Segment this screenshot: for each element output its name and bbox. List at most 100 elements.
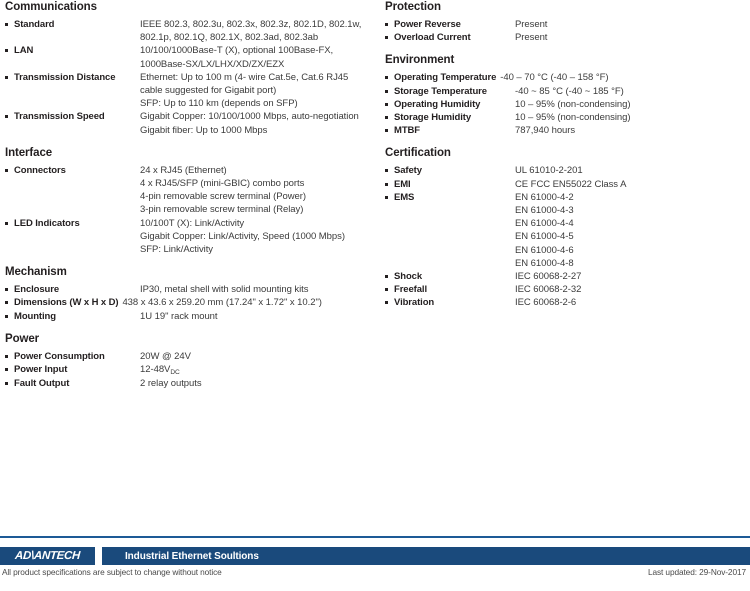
- spec-value: 20W @ 24V: [140, 350, 191, 362]
- bullet-square-icon: [5, 71, 14, 79]
- spec-label: Operating Humidity: [394, 98, 481, 110]
- spec-value: Present: [515, 32, 548, 44]
- spec-row: Connectors 24 x RJ45 (Ethernet) 4 x RJ45/…: [5, 164, 375, 217]
- right-spec-column: Protection Power Reverse Present Overload C…: [385, 0, 750, 312]
- bullet-square-icon: [385, 296, 394, 305]
- spec-label: EMS: [394, 191, 415, 203]
- spec-label: Fault Output: [14, 378, 70, 390]
- footer-brand-bar: AD\ANTECH Industrial Ethernet Soultions: [0, 547, 750, 565]
- spec-label: Power Consumption: [14, 350, 105, 362]
- bullet-square-icon: [5, 18, 14, 26]
- spec-row: Standard IEEE 802.3, 802.3u, 802.3x, 802.…: [5, 18, 375, 44]
- spec-label: Freefall: [394, 284, 427, 296]
- spec-row: Transmission Speed Gigabit Copper: 10/100…: [5, 110, 375, 136]
- spec-row: Vibration IEC 60068-2-6: [385, 296, 750, 309]
- spec-value: 438 x 43.6 x 259.20 mm (17.24" x 1.72" x…: [122, 297, 322, 309]
- section-title: Power: [5, 332, 40, 345]
- spec-label: LAN: [14, 45, 34, 57]
- bullet-square-icon: [385, 111, 394, 120]
- spec-value: 1U 19" rack mount: [140, 310, 218, 322]
- spec-label: Shock: [394, 271, 423, 283]
- spec-row: Freefall IEC 60068-2-32: [385, 283, 750, 296]
- section-title: Interface: [5, 146, 53, 159]
- spec-value: Ethernet: Up to 100 m (4- wire Cat.5e, C…: [140, 71, 349, 110]
- spec-value: -40 – 70 °C (-40 – 158 °F): [500, 72, 609, 84]
- spec-label: Mounting: [14, 310, 56, 322]
- spec-label: Enclosure: [14, 284, 60, 296]
- footer-disclaimer: All product specifications are subject t…: [2, 567, 222, 577]
- spec-label: MTBF: [394, 125, 420, 137]
- spec-value: 2 relay outputs: [140, 378, 202, 390]
- section-title: Environment: [385, 54, 455, 67]
- spec-section: Power Power Consumption 20W @ 24V Power Inp…: [5, 332, 375, 391]
- spec-value: IEC 60068-2-27: [515, 271, 582, 283]
- spec-row: Enclosure IP30, metal shell with solid mo…: [5, 283, 375, 296]
- section-title: Certification: [385, 147, 451, 160]
- advantech-logo: AD\ANTECH: [0, 547, 95, 565]
- bullet-square-icon: [5, 350, 14, 358]
- footer-bar-gap: [95, 547, 102, 565]
- spec-value: -40 ~ 85 °C (-40 ~ 185 °F): [515, 85, 624, 97]
- footer-divider-rule: [0, 536, 750, 538]
- spec-section: Interface Connectors 24 x RJ45 (Ethernet) …: [5, 146, 375, 256]
- bullet-square-icon: [385, 31, 394, 40]
- spec-value: IP30, metal shell with solid mounting ki…: [140, 284, 309, 296]
- bullet-square-icon: [385, 178, 394, 186]
- spec-value: 24 x RJ45 (Ethernet) 4 x RJ45/SFP (mini-…: [140, 164, 306, 216]
- spec-row: Storage Humidity 10 – 95% (non-condensing…: [385, 111, 750, 124]
- spec-section: Communications Standard IEEE 802.3, 802.3u…: [5, 0, 375, 137]
- spec-section: Mechanism Enclosure IP30, metal shell with…: [5, 265, 375, 323]
- bullet-square-icon: [5, 217, 14, 225]
- spec-label: Dimensions (W x H x D): [14, 297, 119, 309]
- spec-row: Fault Output 2 relay outputs: [5, 377, 375, 390]
- spec-row: Power Reverse Present: [385, 18, 750, 31]
- spec-value: 12-48VDC: [140, 363, 375, 377]
- bullet-square-icon: [5, 363, 14, 372]
- spec-section: Protection Power Reverse Present Overload C…: [385, 0, 750, 44]
- bullet-square-icon: [385, 98, 394, 106]
- bullet-square-icon: [5, 164, 14, 172]
- spec-value: Present: [515, 19, 548, 30]
- spec-label: EMI: [394, 178, 411, 190]
- advantech-logo-text: AD\ANTECH: [14, 550, 81, 562]
- spec-value: IEC 60068-2-6: [515, 297, 577, 309]
- spec-label: LED Indicators: [14, 217, 80, 229]
- spec-label: Power Reverse: [394, 19, 461, 30]
- footer-tagline-block: Industrial Ethernet Soultions: [102, 547, 750, 565]
- spec-value: EN 61000-4-2 EN 61000-4-3 EN 61000-4-4 E…: [515, 191, 574, 269]
- bullet-square-icon: [385, 18, 394, 26]
- spec-section: Environment Operating Temperature -40 – 70…: [385, 53, 750, 137]
- section-title: Mechanism: [5, 266, 67, 279]
- spec-label: Storage Temperature: [394, 85, 487, 97]
- bullet-square-icon: [5, 110, 14, 119]
- spec-label: Operating Temperature: [394, 72, 497, 84]
- bullet-square-icon: [5, 377, 14, 386]
- spec-label: Overload Current: [394, 32, 471, 44]
- spec-row: MTBF 787,940 hours: [385, 124, 750, 137]
- bullet-square-icon: [385, 71, 394, 80]
- bullet-square-icon: [5, 296, 14, 305]
- spec-row: Transmission Distance Ethernet: Up to 100…: [5, 71, 375, 111]
- bullet-square-icon: [385, 124, 394, 133]
- footer-tagline: Industrial Ethernet Soultions: [125, 550, 259, 562]
- spec-row: Mounting 1U 19" rack mount: [5, 310, 375, 323]
- spec-label: Transmission Distance: [14, 71, 116, 83]
- spec-row: Storage Temperature -40 ~ 85 °C (-40 ~ 18…: [385, 85, 750, 98]
- spec-row: Power Input 12-48VDC: [5, 363, 375, 377]
- spec-label: Vibration: [394, 297, 435, 309]
- spec-row: Safety UL 61010-2-201: [385, 164, 750, 177]
- spec-row: EMS EN 61000-4-2 EN 61000-4-3 EN 61000-4-…: [385, 191, 750, 270]
- spec-row: Operating Temperature -40 – 70 °C (-40 – …: [385, 71, 750, 84]
- spec-label: Standard: [14, 19, 55, 30]
- spec-value: 787,940 hours: [515, 125, 576, 137]
- section-title: Communications: [5, 1, 97, 13]
- spec-value: 10/100T (X): Link/Activity Gigabit Coppe…: [140, 217, 345, 256]
- spec-row: Shock IEC 60068-2-27: [385, 270, 750, 283]
- bullet-square-icon: [385, 270, 394, 279]
- spec-row: Overload Current Present: [385, 31, 750, 44]
- spec-value: UL 61010-2-201: [515, 165, 583, 177]
- spec-value: 10/100/1000Base-T (X), optional 100Base-…: [140, 45, 334, 70]
- bullet-square-icon: [5, 283, 14, 292]
- spec-row: EMI CE FCC EN55022 Class A: [385, 178, 750, 191]
- bullet-square-icon: [385, 191, 394, 199]
